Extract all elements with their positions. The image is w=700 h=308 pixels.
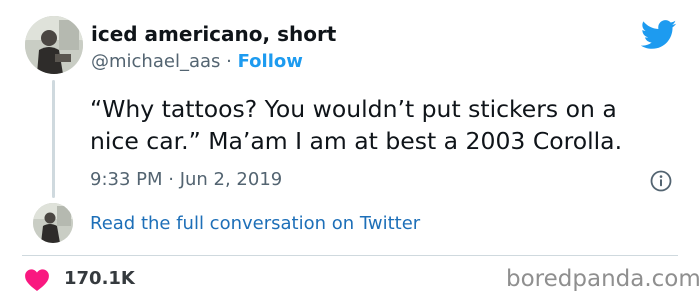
avatar-photo — [25, 16, 83, 74]
heart-icon[interactable] — [24, 268, 50, 292]
like-count: 170.1K — [64, 268, 135, 289]
tweet-text: “Why tattoos? You wouldn’t put stickers … — [90, 93, 690, 157]
boredpanda-watermark: boredpanda.com — [506, 266, 700, 292]
avatar[interactable] — [25, 16, 83, 74]
tweet-card: iced americano, short @michael_aas · Fol… — [0, 0, 700, 308]
display-name[interactable]: iced americano, short — [91, 22, 336, 46]
divider — [22, 255, 678, 256]
thread-line — [52, 80, 55, 198]
follow-link[interactable]: Follow — [238, 51, 303, 72]
info-icon[interactable] — [650, 170, 672, 192]
handle[interactable]: @michael_aas — [91, 51, 220, 72]
twitter-bird-icon[interactable] — [641, 20, 677, 50]
read-conversation-link[interactable]: Read the full conversation on Twitter — [90, 213, 420, 234]
avatar-photo — [33, 203, 73, 243]
tweet-text-line: “Why tattoos? You wouldn’t put stickers … — [90, 95, 617, 123]
tweet-text-line: nice car.” Ma’am I am at best a 2003 Cor… — [90, 127, 623, 155]
handle-row: @michael_aas · Follow — [91, 51, 303, 72]
tweet-timestamp[interactable]: 9:33 PM · Jun 2, 2019 — [90, 169, 282, 190]
reply-avatar[interactable] — [33, 203, 73, 243]
separator: · — [226, 51, 232, 72]
